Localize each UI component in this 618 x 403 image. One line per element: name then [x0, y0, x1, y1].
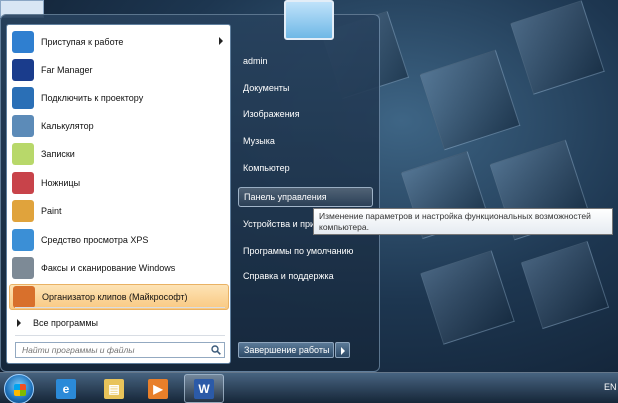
all-programs-button[interactable]: Все программы	[9, 315, 229, 331]
fax-scan-icon	[12, 257, 34, 279]
program-label: Подключить к проектору	[41, 93, 144, 103]
internet-explorer-icon: e	[56, 378, 76, 399]
place-label: Программы по умолчанию	[243, 246, 354, 256]
program-label: Организатор клипов (Майкрософт)	[42, 292, 188, 302]
place-item[interactable]: Панель управления	[238, 187, 373, 207]
place-item[interactable]: Музыка	[238, 131, 373, 151]
search-icon[interactable]	[211, 345, 221, 355]
program-item[interactable]: Far Manager	[9, 57, 229, 83]
place-label: Музыка	[243, 136, 275, 146]
place-label: Справка и поддержка	[243, 271, 334, 281]
start-button[interactable]	[4, 374, 34, 403]
clip-organizer-icon	[13, 286, 35, 308]
xps-viewer-icon	[12, 229, 34, 251]
taskbar-app-button[interactable]: ▤	[94, 374, 134, 403]
wallpaper-cube	[520, 240, 610, 330]
taskbar-app-button[interactable]: W	[184, 374, 224, 403]
place-label: admin	[243, 56, 268, 66]
place-item[interactable]: Программы по умолчанию	[238, 241, 373, 261]
program-label: Факсы и сканирование Windows	[41, 263, 176, 273]
program-label: Калькулятор	[41, 121, 94, 131]
place-item[interactable]: Компьютер	[238, 158, 373, 178]
program-label: Средство просмотра XPS	[41, 235, 149, 245]
place-item[interactable]: Справка и поддержка	[238, 266, 373, 286]
program-item[interactable]: Paint	[9, 198, 229, 224]
wallpaper-cube	[420, 250, 515, 345]
place-item[interactable]: Документы	[238, 78, 373, 98]
language-indicator[interactable]: EN	[604, 382, 617, 392]
place-label: Компьютер	[243, 163, 290, 173]
program-item[interactable]: Приступая к работе	[9, 29, 229, 55]
search-box[interactable]	[15, 342, 225, 358]
media-player-icon: ▶	[148, 378, 168, 399]
submenu-arrow-icon[interactable]	[219, 37, 223, 45]
taskbar: e ▤ ▶ W EN	[0, 372, 618, 403]
program-label: Записки	[41, 149, 75, 159]
arrow-right-icon	[17, 319, 21, 327]
shutdown-label: Завершение работы	[244, 345, 330, 355]
separator	[15, 307, 225, 308]
wallpaper-cube	[419, 49, 521, 151]
program-label: Ножницы	[41, 178, 81, 188]
place-label: Изображения	[243, 109, 300, 119]
place-item[interactable]: admin	[238, 51, 373, 71]
program-item[interactable]: Калькулятор	[9, 113, 229, 139]
place-label: Документы	[243, 83, 290, 93]
snipping-tool-icon	[12, 172, 34, 194]
taskbar-app-button[interactable]: ▶	[138, 374, 178, 403]
windows-explorer-icon: ▤	[104, 378, 124, 399]
shutdown-button[interactable]: Завершение работы	[238, 342, 334, 358]
place-label: Устройства и при	[243, 219, 316, 229]
calculator-icon	[12, 115, 34, 137]
wallpaper-cube	[510, 0, 605, 95]
program-label: Far Manager	[41, 65, 93, 75]
start-menu-programs-pane: Приступая к работе Far Manager Подключить …	[6, 24, 231, 364]
program-item[interactable]: Записки	[9, 141, 229, 167]
program-item[interactable]: Ножницы	[9, 170, 229, 196]
start-menu: Приступая к работе Far Manager Подключить …	[0, 0, 380, 372]
arrow-right-icon	[341, 347, 345, 355]
program-label: Paint	[41, 206, 62, 216]
shutdown-options-button[interactable]	[335, 342, 350, 358]
far-manager-icon	[12, 59, 34, 81]
program-label: Приступая к работе	[41, 37, 124, 47]
paint-icon	[12, 200, 34, 222]
search-input[interactable]	[16, 343, 204, 357]
program-item[interactable]: Факсы и сканирование Windows	[9, 255, 229, 281]
taskbar-app-button[interactable]: e	[46, 374, 86, 403]
program-item[interactable]: Средство просмотра XPS	[9, 227, 229, 253]
program-item[interactable]: Подключить к проектору	[9, 85, 229, 111]
control-panel-tooltip: Изменение параметров и настройка функцио…	[313, 208, 613, 235]
separator	[15, 335, 225, 336]
word-icon: W	[194, 378, 214, 399]
getting-started-icon	[12, 31, 34, 53]
place-item[interactable]: Изображения	[238, 104, 373, 124]
place-label: Панель управления	[244, 192, 327, 202]
sticky-notes-icon	[12, 143, 34, 165]
all-programs-label: Все программы	[33, 318, 99, 328]
projector-icon	[12, 87, 34, 109]
user-picture-icon[interactable]	[284, 0, 334, 40]
